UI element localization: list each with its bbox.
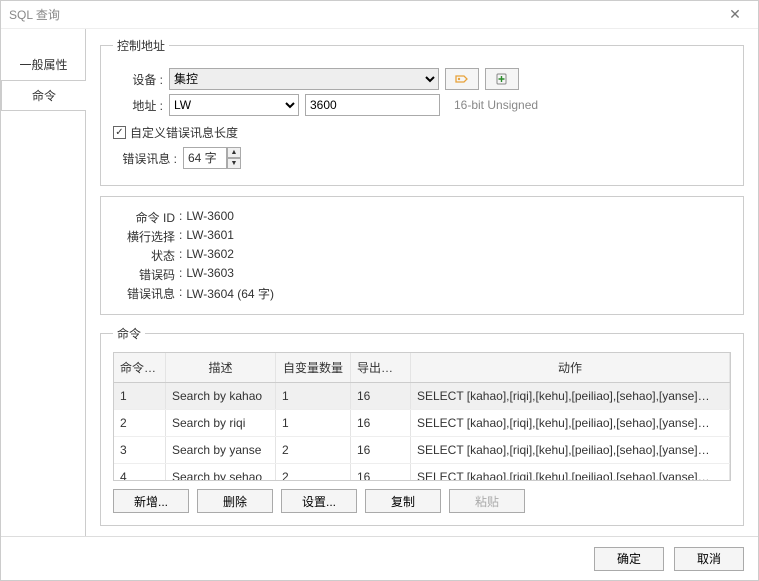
device-select[interactable]: 集控	[169, 68, 439, 90]
address-input[interactable]	[305, 94, 440, 116]
tab-content: 控制地址 设备 : 集控 地址 : LW	[85, 29, 758, 536]
command-legend: 命令	[113, 325, 145, 342]
dialog-body: 一般属性 命令 控制地址 设备 : 集控	[1, 29, 758, 536]
info-value: LW-3601	[186, 228, 234, 245]
col-out[interactable]: 导出数量	[351, 353, 411, 382]
info-value: LW-3603	[186, 266, 234, 283]
add-button[interactable]: 新增...	[113, 489, 189, 513]
error-msg-value[interactable]: 64 字	[183, 147, 227, 169]
table-header: 命令 ID 描述 自变量数量 导出数量 动作	[114, 353, 730, 383]
info-label: 命令 ID	[113, 209, 175, 226]
delete-button[interactable]: 删除	[197, 489, 273, 513]
tab-command[interactable]: 命令	[1, 80, 86, 111]
cancel-button[interactable]: 取消	[674, 547, 744, 571]
info-value: LW-3602	[186, 247, 234, 264]
col-action[interactable]: 动作	[411, 353, 730, 382]
tab-strip: 一般属性 命令	[1, 29, 86, 536]
custom-error-length-row: ✓ 自定义错误讯息长度	[113, 124, 731, 141]
address-summary: 命令 ID:LW-3600 横行选择:LW-3601 状态:LW-3602 错误…	[100, 196, 744, 315]
close-icon[interactable]: ✕	[720, 6, 750, 23]
custom-error-length-checkbox[interactable]: ✓	[113, 126, 126, 139]
info-label: 错误讯息	[113, 285, 175, 302]
control-address-group: 控制地址 设备 : 集控 地址 : LW	[100, 37, 744, 186]
table-row[interactable]: 3 Search by yanse 2 16 SELECT [kahao],[r…	[114, 437, 730, 464]
table-row[interactable]: 4 Search by sehao 2 16 SELECT [kahao],[r…	[114, 464, 730, 480]
error-msg-spinner: 64 字 ▲ ▼	[183, 147, 241, 169]
address-label: 地址 :	[113, 97, 163, 114]
info-value: LW-3600	[186, 209, 234, 226]
device-label: 设备 :	[113, 71, 163, 88]
command-buttons: 新增... 删除 设置... 复制 粘贴	[113, 489, 731, 513]
table-row[interactable]: 2 Search by riqi 1 16 SELECT [kahao],[ri…	[114, 410, 730, 437]
tag-icon	[454, 72, 470, 86]
col-id[interactable]: 命令 ID	[114, 353, 166, 382]
custom-error-length-label: 自定义错误讯息长度	[130, 124, 238, 141]
col-args[interactable]: 自变量数量	[276, 353, 351, 382]
window-title: SQL 查询	[9, 6, 720, 23]
control-address-legend: 控制地址	[113, 37, 169, 54]
info-label: 横行选择	[113, 228, 175, 245]
paste-button[interactable]: 粘贴	[449, 489, 525, 513]
dialog-footer: 确定 取消	[1, 536, 758, 580]
spinner-up-icon[interactable]: ▲	[227, 147, 241, 158]
settings-button[interactable]: 设置...	[281, 489, 357, 513]
info-value: LW-3604 (64 字)	[186, 285, 274, 302]
command-table: 命令 ID 描述 自变量数量 导出数量 动作 1 Search by kahao…	[113, 352, 731, 481]
info-label: 状态	[113, 247, 175, 264]
table-row[interactable]: 1 Search by kahao 1 16 SELECT [kahao],[r…	[114, 383, 730, 410]
error-msg-label: 错误讯息 :	[113, 150, 177, 167]
command-group: 命令 命令 ID 描述 自变量数量 导出数量 动作 1	[100, 325, 744, 526]
dialog-window: SQL 查询 ✕ 一般属性 命令 控制地址 设备 : 集控	[0, 0, 759, 581]
spinner-down-icon[interactable]: ▼	[227, 158, 241, 169]
table-body[interactable]: 1 Search by kahao 1 16 SELECT [kahao],[r…	[114, 383, 730, 480]
data-type-label: 16-bit Unsigned	[454, 98, 538, 112]
copy-button[interactable]: 复制	[365, 489, 441, 513]
device-tag-button[interactable]	[445, 68, 479, 90]
address-type-select[interactable]: LW	[169, 94, 299, 116]
tab-general[interactable]: 一般属性	[1, 49, 86, 80]
device-add-button[interactable]	[485, 68, 519, 90]
col-desc[interactable]: 描述	[166, 353, 276, 382]
info-label: 错误码	[113, 266, 175, 283]
add-doc-icon	[494, 72, 510, 86]
ok-button[interactable]: 确定	[594, 547, 664, 571]
titlebar: SQL 查询 ✕	[1, 1, 758, 29]
